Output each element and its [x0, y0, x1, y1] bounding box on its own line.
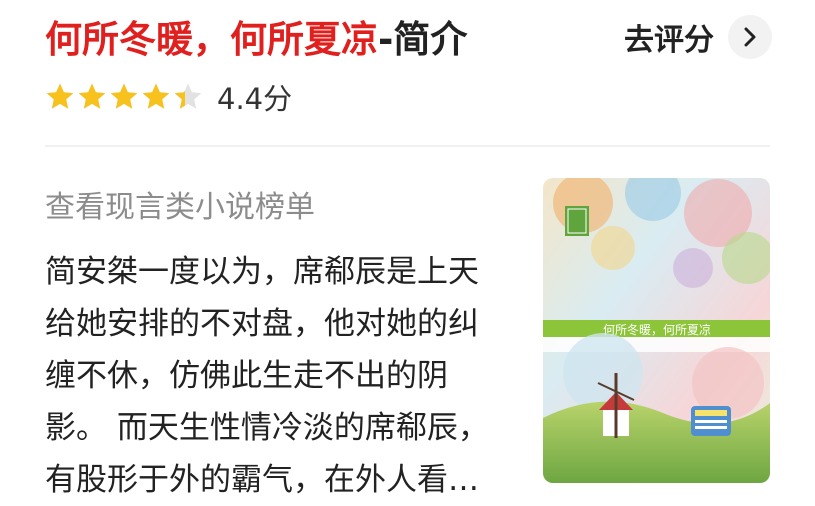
cover-title-text: 何所冬暖，何所夏凉: [603, 322, 711, 337]
book-cover-image[interactable]: 何所冬暖，何所夏凉: [543, 178, 770, 483]
star-icon: [78, 83, 106, 109]
book-title-name: 何所冬暖，何所夏凉: [45, 18, 378, 61]
chevron-right-icon[interactable]: [728, 15, 772, 59]
rating-score: 4.4分: [217, 82, 293, 116]
book-title-suffix: -简介: [378, 18, 468, 61]
book-description: 简安桀一度以为，席郗辰是上天给她安排的不对盘，他对她的纠缠不休，仿佛此生走不出的…: [45, 254, 489, 498]
rating-row: 4.4分: [45, 78, 292, 116]
book-title: 何所冬暖，何所夏凉-简介: [45, 14, 467, 66]
star-icon: [110, 83, 138, 109]
rate-button[interactable]: 去评分: [624, 14, 772, 60]
star-icon: [46, 83, 74, 109]
rate-button-label: 去评分: [624, 23, 714, 58]
star-icon: [174, 83, 202, 109]
star-rating: [45, 82, 205, 112]
divider: [45, 145, 770, 147]
ranking-list-link[interactable]: 查看现言类小说榜单: [45, 182, 315, 226]
star-icon: [142, 83, 170, 109]
